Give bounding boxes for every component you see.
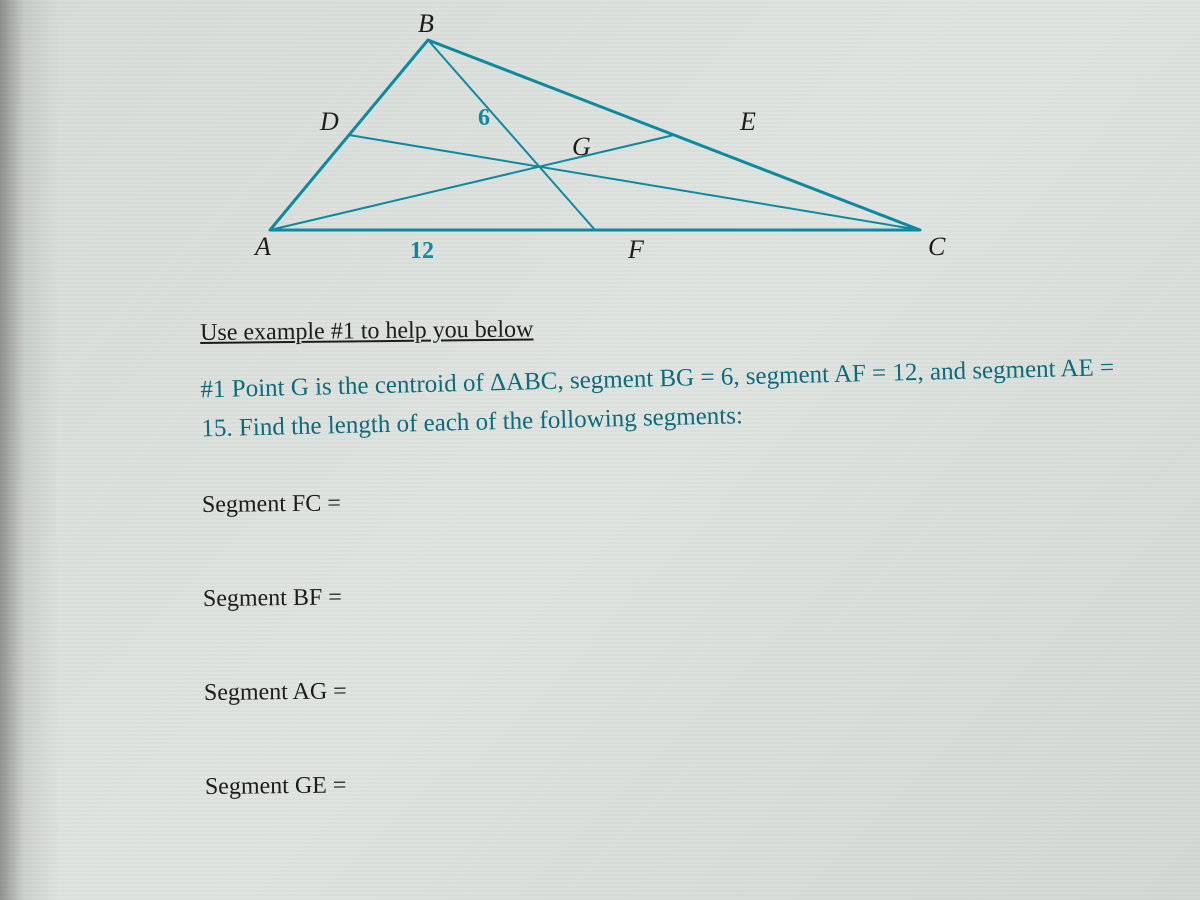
label-g: G <box>572 132 591 161</box>
label-bg-6: 6 <box>478 105 490 131</box>
median-bf <box>428 40 595 230</box>
content-block: Use example #1 to help you below #1 Poin… <box>200 310 1126 868</box>
label-e: E <box>739 107 756 136</box>
segment-fc-line: Segment FC = <box>202 483 1122 517</box>
triangle-diagram: A B C D E F G 6 12 <box>200 10 960 280</box>
segment-ge-line: Segment GE = <box>205 765 1125 799</box>
label-d: D <box>319 107 339 136</box>
segment-ge-label: Segment GE = <box>205 772 347 799</box>
median-cd <box>349 135 920 230</box>
triangle-abc <box>270 40 920 230</box>
left-edge-shadow <box>0 0 60 900</box>
label-a: A <box>253 232 271 261</box>
hint-text: Use example #1 to help you below <box>200 310 1120 347</box>
segment-bf-line: Segment BF = <box>203 577 1123 611</box>
segment-ag-label: Segment AG = <box>204 678 347 705</box>
page: A B C D E F G 6 12 Use example #1 to hel… <box>0 0 1200 900</box>
segment-fc-label: Segment FC = <box>202 490 341 517</box>
problem-statement: #1 Point G is the centroid of ΔABC, segm… <box>200 349 1122 449</box>
label-c: C <box>928 232 946 261</box>
label-b: B <box>418 9 434 38</box>
segment-ag-line: Segment AG = <box>204 671 1124 705</box>
median-ae <box>270 135 674 230</box>
triangle-svg: A B C D E F G 6 12 <box>200 10 960 280</box>
segment-bf-label: Segment BF = <box>203 584 342 611</box>
label-f: F <box>627 235 645 264</box>
label-af-12: 12 <box>410 238 434 264</box>
